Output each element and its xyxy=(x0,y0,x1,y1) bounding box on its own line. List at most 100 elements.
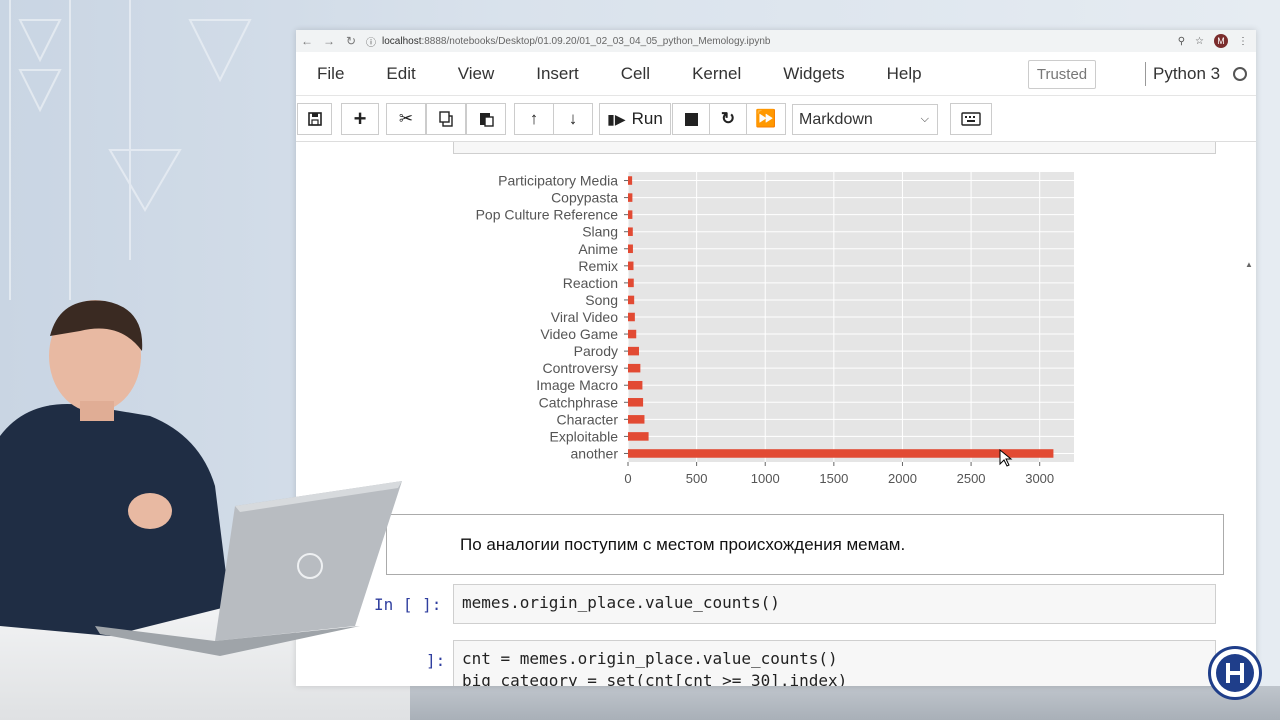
code-cell[interactable]: cnt = memes.origin_place.value_counts() … xyxy=(453,640,1216,686)
avatar[interactable]: M xyxy=(1214,34,1228,48)
keyboard-icon xyxy=(961,112,981,126)
code-line: cnt = memes.origin_place.value_counts() xyxy=(462,649,838,668)
bar xyxy=(628,312,635,322)
run-label: Run xyxy=(631,109,663,128)
y-tick-label: Copypasta xyxy=(551,190,618,206)
url-host: localhost xyxy=(382,35,422,47)
menu-cell[interactable]: Cell xyxy=(600,64,671,84)
kernel-separator xyxy=(1145,62,1146,86)
save-button[interactable] xyxy=(297,103,332,135)
arrow-down-icon: ↓ xyxy=(568,109,578,128)
y-tick-label: another xyxy=(571,445,619,461)
bar xyxy=(628,432,649,441)
move-down-button[interactable]: ↓ xyxy=(553,103,593,135)
restart-button[interactable]: ↻ xyxy=(709,103,747,135)
menu-file[interactable]: File xyxy=(296,64,365,84)
bar xyxy=(628,415,645,424)
y-tick-label: Viral Video xyxy=(551,309,618,325)
save-icon xyxy=(307,112,322,126)
y-tick-label: Remix xyxy=(578,258,618,274)
copy-button[interactable] xyxy=(426,103,466,135)
bar xyxy=(628,449,1054,458)
code-line: big_category = set(cnt[cnt >= 30].index) xyxy=(462,671,848,686)
menu-kernel[interactable]: Kernel xyxy=(671,64,762,84)
x-tick-label: 3000 xyxy=(1025,471,1054,486)
bar xyxy=(628,244,633,254)
x-tick-label: 1000 xyxy=(751,471,780,486)
university-logo xyxy=(1208,646,1262,700)
trusted-badge[interactable]: Trusted xyxy=(1028,60,1096,89)
menu-widgets[interactable]: Widgets xyxy=(762,64,865,84)
markdown-cell[interactable]: По аналогии поступим с местом происхожде… xyxy=(386,514,1224,575)
code-cell[interactable]: memes.origin_place.value_counts() xyxy=(453,584,1216,624)
y-tick-label: Pop Culture Reference xyxy=(476,207,619,223)
menu-help[interactable]: Help xyxy=(866,64,943,84)
y-tick-label: Parody xyxy=(574,343,618,359)
y-tick-label: Controversy xyxy=(543,360,618,376)
zoom-icon[interactable]: ⚲ xyxy=(1178,36,1185,47)
copy-icon xyxy=(439,111,453,127)
x-tick-label: 1500 xyxy=(819,471,848,486)
y-tick-label: Exploitable xyxy=(550,428,619,444)
chevron-down-icon: ⌵ xyxy=(920,113,929,125)
run-button[interactable]: ▮▶ Run xyxy=(599,103,671,135)
bar xyxy=(628,329,637,339)
cell-prompt: ]: xyxy=(426,651,446,670)
restart-icon: ↻ xyxy=(720,109,736,128)
scissors-icon: ✂ xyxy=(398,109,414,128)
bar xyxy=(628,398,644,407)
bar xyxy=(628,295,635,305)
menu-insert[interactable]: Insert xyxy=(515,64,600,84)
x-tick-label: 0 xyxy=(624,471,631,486)
info-icon: ⓘ xyxy=(366,37,376,49)
star-icon[interactable]: ☆ xyxy=(1195,36,1204,47)
paste-icon xyxy=(480,113,494,127)
cut-button[interactable]: ✂ xyxy=(386,103,426,135)
notebook-toolbar: + ✂ ↑ ↓ ▮▶ Run ↻ ⏩ Markdown ⌵ xyxy=(296,96,1256,142)
bar xyxy=(628,363,641,373)
y-tick-label: Image Macro xyxy=(536,377,618,393)
restart-run-all-button[interactable]: ⏩ xyxy=(746,103,786,135)
insert-cell-button[interactable]: + xyxy=(341,103,379,135)
hse-logo-icon xyxy=(1216,654,1254,692)
forward-icon[interactable]: → xyxy=(318,34,340,48)
interrupt-button[interactable] xyxy=(672,103,710,135)
bar xyxy=(628,176,633,185)
bar xyxy=(628,261,634,271)
previous-code-cell[interactable] xyxy=(453,142,1216,154)
cell-type-value: Markdown xyxy=(799,110,873,128)
y-tick-label: Video Game xyxy=(540,326,618,342)
markdown-text: По аналогии поступим с местом происхожде… xyxy=(460,535,906,554)
scroll-up-icon[interactable]: ▲ xyxy=(1245,260,1253,269)
url-path: :8888/notebooks/Desktop/01.09.20/01_02_0… xyxy=(421,35,771,47)
bar xyxy=(628,227,633,236)
x-tick-label: 500 xyxy=(686,471,708,486)
bar-chart: 0 500 1000 1500 2000 2500 3000 Participatory Me… xyxy=(476,172,1074,486)
menu-view[interactable]: View xyxy=(437,64,516,84)
reload-icon[interactable]: ↻ xyxy=(340,34,362,48)
y-tick-label: Reaction xyxy=(563,275,618,291)
arrow-up-icon: ↑ xyxy=(529,109,539,128)
cell-type-select[interactable]: Markdown ⌵ xyxy=(792,104,938,135)
stop-icon xyxy=(684,112,698,126)
back-icon[interactable]: ← xyxy=(296,34,318,48)
y-tick-label: Catchphrase xyxy=(539,394,619,410)
menu-edit[interactable]: Edit xyxy=(365,64,436,84)
address-bar: ← → ↻ ⓘ localhost:8888/notebooks/Desktop… xyxy=(296,30,1256,52)
step-forward-icon: ▮▶ xyxy=(607,110,626,127)
command-palette-button[interactable] xyxy=(950,103,992,135)
kernel-name: Python 3 xyxy=(1153,64,1221,83)
paste-button[interactable] xyxy=(466,103,506,135)
y-tick-label: Slang xyxy=(582,224,618,240)
bar xyxy=(628,346,639,356)
kernel-status-icon xyxy=(1233,67,1247,81)
y-tick-label: Song xyxy=(585,292,618,308)
menu-bar: File Edit View Insert Cell Kernel Widget… xyxy=(296,52,1256,96)
move-up-button[interactable]: ↑ xyxy=(514,103,554,135)
bar xyxy=(628,193,633,202)
kebab-menu-icon[interactable]: ⋮ xyxy=(1238,36,1248,47)
url-field[interactable]: ⓘ localhost:8888/notebooks/Desktop/01.09… xyxy=(366,34,770,49)
browser-window: ← → ↻ ⓘ localhost:8888/notebooks/Desktop… xyxy=(296,30,1256,686)
x-tick-label: 2000 xyxy=(888,471,917,486)
y-tick-label: Character xyxy=(557,411,619,427)
